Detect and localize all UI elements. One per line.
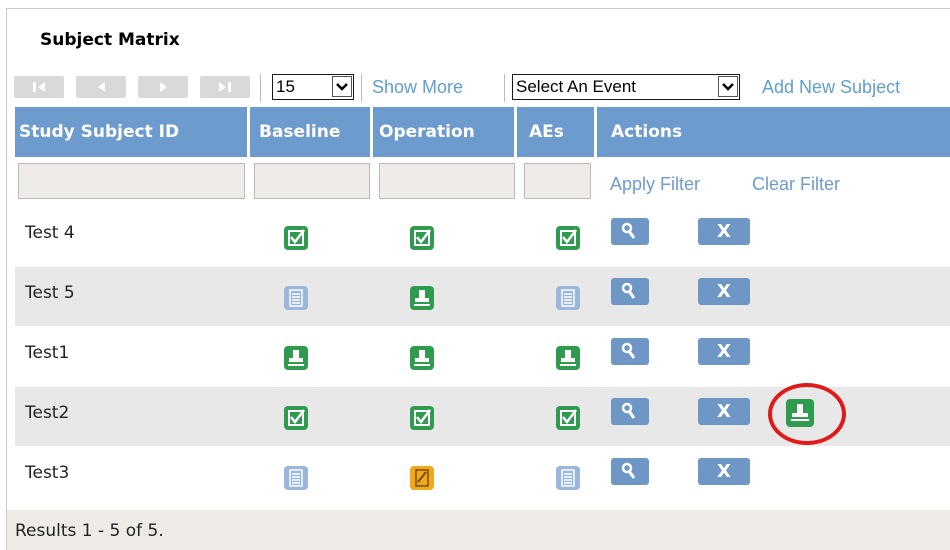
previous-page-icon <box>98 82 105 92</box>
next-page-icon <box>160 82 167 92</box>
column-header-actions: Actions <box>611 122 683 142</box>
view-subject-button[interactable] <box>611 398 649 425</box>
column-header-operation[interactable]: Operation <box>379 107 475 157</box>
remove-subject-button[interactable]: X <box>698 338 750 365</box>
not-scheduled-icon[interactable] <box>283 285 309 311</box>
data-entry-started-icon[interactable] <box>555 345 581 371</box>
data-entry-started-icon[interactable] <box>409 285 435 311</box>
completed-icon[interactable] <box>555 405 581 431</box>
event-select[interactable]: Select An Event <box>512 74 740 100</box>
subject-id: Test3 <box>25 463 70 483</box>
not-scheduled-icon[interactable] <box>283 465 309 491</box>
divider <box>504 74 505 102</box>
table-row: Test 4 X <box>15 207 950 266</box>
data-entry-started-icon[interactable] <box>409 345 435 371</box>
chevron-down-icon <box>718 76 738 97</box>
chevron-down-icon <box>332 76 352 97</box>
first-page-icon <box>33 82 45 92</box>
add-new-subject-link[interactable]: Add New Subject <box>762 77 900 98</box>
not-scheduled-icon[interactable] <box>555 285 581 311</box>
aes-filter-input[interactable] <box>524 163 591 199</box>
subject-id: Test2 <box>25 403 70 423</box>
view-subject-button[interactable] <box>611 338 649 365</box>
subject-id: Test 5 <box>25 283 75 303</box>
completed-icon[interactable] <box>409 405 435 431</box>
table-header: Study Subject ID Baseline Operation AEs … <box>15 107 950 157</box>
divider <box>361 74 362 102</box>
column-header-aes[interactable]: AEs <box>529 107 564 157</box>
subject-id: Test 4 <box>25 223 75 243</box>
view-subject-button[interactable] <box>611 278 649 305</box>
completed-icon[interactable] <box>555 225 581 251</box>
last-page-button[interactable] <box>200 76 250 98</box>
view-subject-button[interactable] <box>611 218 649 245</box>
first-page-button[interactable] <box>14 76 64 98</box>
data-entry-started-icon[interactable] <box>283 345 309 371</box>
magnifier-icon <box>621 462 636 479</box>
magnifier-icon <box>621 282 636 299</box>
magnifier-icon <box>621 402 636 419</box>
completed-icon[interactable] <box>283 225 309 251</box>
page-size-value: 15 <box>276 77 295 96</box>
remove-subject-button[interactable]: X <box>698 398 750 425</box>
last-page-icon <box>219 82 231 92</box>
show-more-link[interactable]: Show More <box>372 77 463 98</box>
column-header-subject-id[interactable]: Study Subject ID <box>19 107 179 157</box>
results-count: Results 1 - 5 of 5. <box>15 521 164 541</box>
highlight-circle <box>768 383 846 445</box>
remove-subject-button[interactable]: X <box>698 278 750 305</box>
operation-filter-input[interactable] <box>379 163 515 199</box>
header-divider <box>247 107 250 157</box>
next-page-button[interactable] <box>138 76 188 98</box>
table-row: Test1 X <box>15 327 950 386</box>
header-divider <box>594 107 597 157</box>
view-subject-button[interactable] <box>611 458 649 485</box>
table-footer: Results 1 - 5 of 5. <box>7 510 950 550</box>
header-divider <box>370 107 373 157</box>
header-divider <box>514 107 517 157</box>
magnifier-icon <box>621 222 636 239</box>
completed-icon[interactable] <box>409 225 435 251</box>
toolbar: 15 Show More Select An Event Add New Sub… <box>10 70 950 104</box>
divider <box>260 74 261 102</box>
page-title: Subject Matrix <box>40 30 180 50</box>
event-select-value: Select An Event <box>516 77 637 96</box>
table-row: Test3 X <box>15 447 950 506</box>
apply-filter-link[interactable]: Apply Filter <box>610 174 700 195</box>
column-header-baseline[interactable]: Baseline <box>259 107 340 157</box>
remove-subject-button[interactable]: X <box>698 218 750 245</box>
table-row: Test 5 X <box>15 267 950 326</box>
clear-filter-link[interactable]: Clear Filter <box>752 174 840 195</box>
previous-page-button[interactable] <box>76 76 126 98</box>
subject-id: Test1 <box>25 343 70 363</box>
page-size-select[interactable]: 15 <box>272 74 354 100</box>
magnifier-icon <box>621 342 636 359</box>
not-scheduled-icon[interactable] <box>555 465 581 491</box>
subject-id-filter-input[interactable] <box>18 163 245 199</box>
completed-icon[interactable] <box>283 405 309 431</box>
baseline-filter-input[interactable] <box>254 163 370 199</box>
remove-subject-button[interactable]: X <box>698 458 750 485</box>
scheduled-icon[interactable] <box>409 465 435 491</box>
